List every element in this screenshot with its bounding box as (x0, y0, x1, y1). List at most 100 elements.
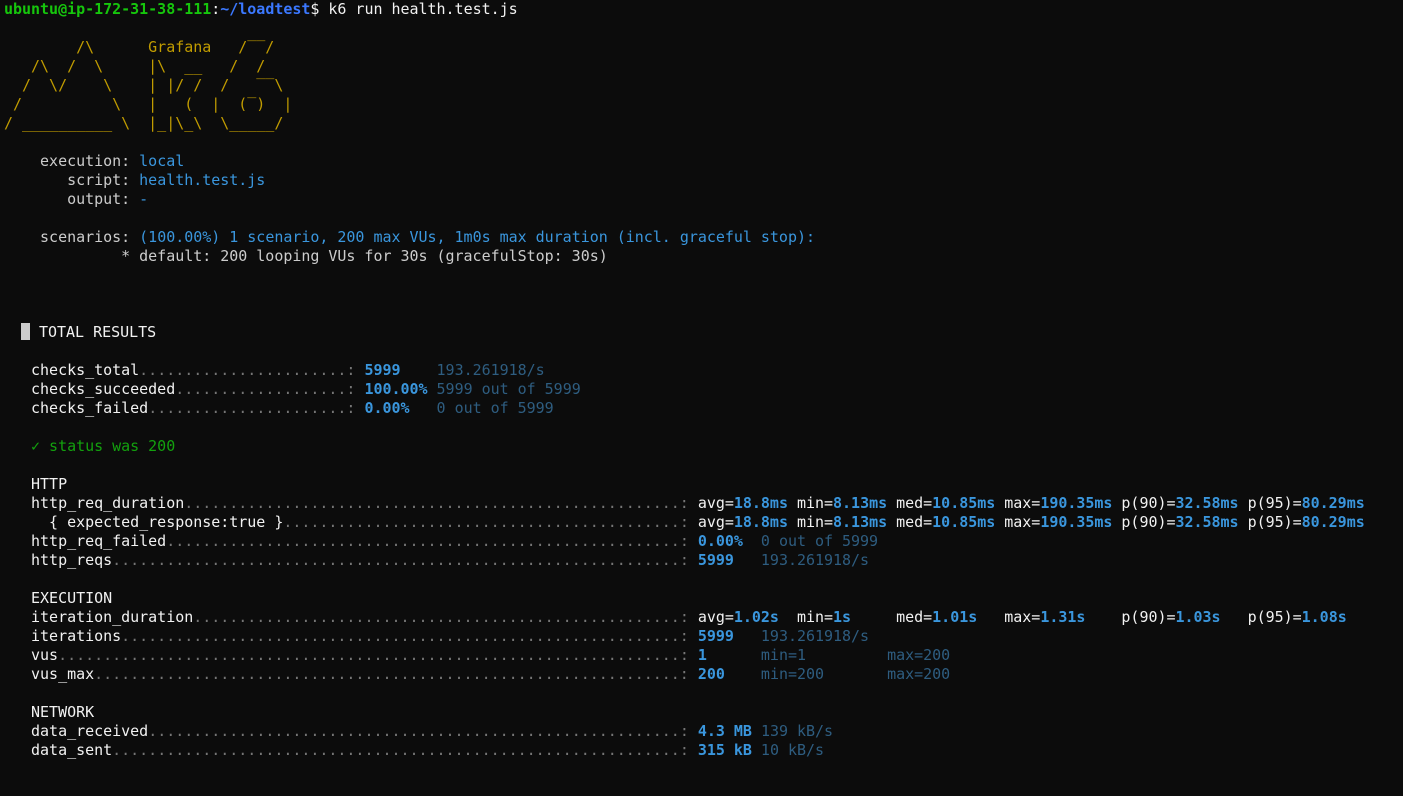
p95-label: p(95)= (1238, 513, 1302, 531)
metric-extra: 10 kB/s (751, 741, 825, 759)
metric-extra: 0 out of 5999 (742, 532, 879, 550)
p90-label: p(90)= (1112, 513, 1176, 531)
metric-value: 0.00% (364, 399, 428, 417)
terminal-window[interactable]: ubuntu@ip-172-31-38-111:~/loadtest$ k6 r… (0, 0, 1403, 796)
med-value: 1.01s (932, 608, 978, 626)
output-row: output: - (4, 190, 1403, 209)
metric-name: vus (4, 646, 59, 664)
p95-value: 1.08s (1301, 608, 1347, 626)
total-results-header: TOTAL RESULTS (4, 323, 1403, 342)
metric-name: checks_total (4, 361, 140, 379)
metric-row-checks-failed: checks_failed......................: 0.0… (4, 399, 1403, 418)
script-value: health.test.js (139, 171, 266, 189)
metric-dots: ........................................… (148, 722, 698, 740)
med-label: med= (887, 513, 933, 531)
p95-value: 80.29ms (1301, 494, 1365, 512)
metric-extra: 193.261918/s (733, 627, 870, 645)
min-label: min= (787, 513, 834, 531)
logo-line: / \ | ( | (‾) | (4, 95, 293, 113)
p90-value: 32.58ms (1175, 494, 1239, 512)
metric-name: http_reqs (4, 551, 113, 569)
script-label: script: (4, 171, 140, 189)
max-label: max= (995, 494, 1041, 512)
logo-line: / \/ \ | |/ / / ‾‾\ (4, 76, 293, 94)
metric-row-http-reqs: http_reqs...............................… (4, 551, 1403, 570)
metric-extra: min=200 max=200 (724, 665, 951, 683)
metric-dots: ........................................… (283, 513, 698, 531)
logo-line: /\ / \ |\ __ / / (4, 57, 293, 75)
metric-value: 4.3 MB (697, 722, 752, 740)
max-value: 1.31s (1040, 608, 1086, 626)
med-value: 10.85ms (932, 494, 996, 512)
avg-value: 18.8ms (733, 494, 788, 512)
metric-extra: 139 kB/s (751, 722, 834, 740)
metric-dots: ...................: (175, 380, 365, 398)
p95-label: p(95)= (1238, 494, 1302, 512)
metric-dots: .......................: (139, 361, 365, 379)
metric-dots: ........................................… (112, 551, 698, 569)
max-value: 190.35ms (1040, 513, 1113, 531)
prompt-command: k6 run health.test.js (319, 0, 518, 18)
metric-dots: ........................................… (112, 741, 698, 759)
metric-row-vus-max: vus_max.................................… (4, 665, 1403, 684)
metric-dots: ........................................… (121, 627, 698, 645)
metric-value: 100.00% (364, 380, 428, 398)
metric-value: 5999 (697, 551, 734, 569)
metric-name: checks_succeeded (4, 380, 176, 398)
section-marker-block (21, 323, 30, 340)
max-value: 190.35ms (1040, 494, 1113, 512)
max-label: max= (977, 608, 1041, 626)
network-section-header: NETWORK (4, 703, 95, 721)
prompt-colon: : (211, 0, 221, 18)
metric-name: { expected_response:true } (4, 513, 284, 531)
avg-value: 1.02s (733, 608, 779, 626)
med-label: med= (851, 608, 933, 626)
avg-label: avg= (697, 513, 734, 531)
metric-value: 1 (697, 646, 707, 664)
metric-extra: min=1 max=200 (706, 646, 951, 664)
metric-value: 200 (697, 665, 725, 683)
script-row: script: health.test.js (4, 171, 1403, 190)
metric-dots: ......................: (148, 399, 365, 417)
metric-dots: ........................................… (184, 494, 698, 512)
min-value: 8.13ms (833, 494, 888, 512)
metric-row-http-req-duration: http_req_duration.......................… (4, 494, 1403, 513)
output-value: - (139, 190, 149, 208)
metric-name: http_req_duration (4, 494, 185, 512)
metric-name: http_req_failed (4, 532, 167, 550)
execution-label: execution: (4, 152, 140, 170)
metric-name: iteration_duration (4, 608, 194, 626)
avg-value: 18.8ms (733, 513, 788, 531)
scenarios-value: (100.00%) 1 scenario, 200 max VUs, 1m0s … (139, 228, 815, 246)
p95-label: p(95)= (1220, 608, 1302, 626)
logo-line: /\ Grafana /‾‾/ (4, 38, 293, 56)
command-prompt-line: ubuntu@ip-172-31-38-111:~/loadtest$ k6 r… (4, 0, 1403, 19)
total-results-title: TOTAL RESULTS (39, 323, 157, 341)
execution-section-header: EXECUTION (4, 589, 113, 607)
metric-name: vus_max (4, 665, 95, 683)
metric-extra: 193.261918/s (427, 361, 545, 379)
p90-label: p(90)= (1085, 608, 1176, 626)
prompt-user-host: ubuntu@ip-172-31-38-111 (4, 0, 212, 18)
metric-row-expected-response: { expected_response:true }..............… (4, 513, 1403, 532)
p90-value: 32.58ms (1175, 513, 1239, 531)
avg-label: avg= (697, 608, 734, 626)
p95-value: 80.29ms (1301, 513, 1365, 531)
min-value: 8.13ms (833, 513, 888, 531)
metric-row-iteration-duration: iteration_duration......................… (4, 608, 1403, 627)
metric-row-checks-total: checks_total.......................: 599… (4, 361, 1403, 380)
execution-row: execution: local (4, 152, 1403, 171)
metric-row-iterations: iterations..............................… (4, 627, 1403, 646)
execution-value: local (139, 152, 185, 170)
metric-value: 5999 (697, 627, 734, 645)
metric-row-vus: vus.....................................… (4, 646, 1403, 665)
metric-dots: ........................................… (94, 665, 698, 683)
metric-row-data-received: data_received...........................… (4, 722, 1403, 741)
metric-row-http-req-failed: http_req_failed.........................… (4, 532, 1403, 551)
check-status-line: ✓ status was 200 (4, 437, 176, 455)
metric-extra: 193.261918/s (733, 551, 870, 569)
metric-extra: 0 out of 5999 (427, 399, 554, 417)
metric-row-data-sent: data_sent...............................… (4, 741, 1403, 760)
prompt-path: ~/loadtest (220, 0, 311, 18)
med-label: med= (887, 494, 933, 512)
